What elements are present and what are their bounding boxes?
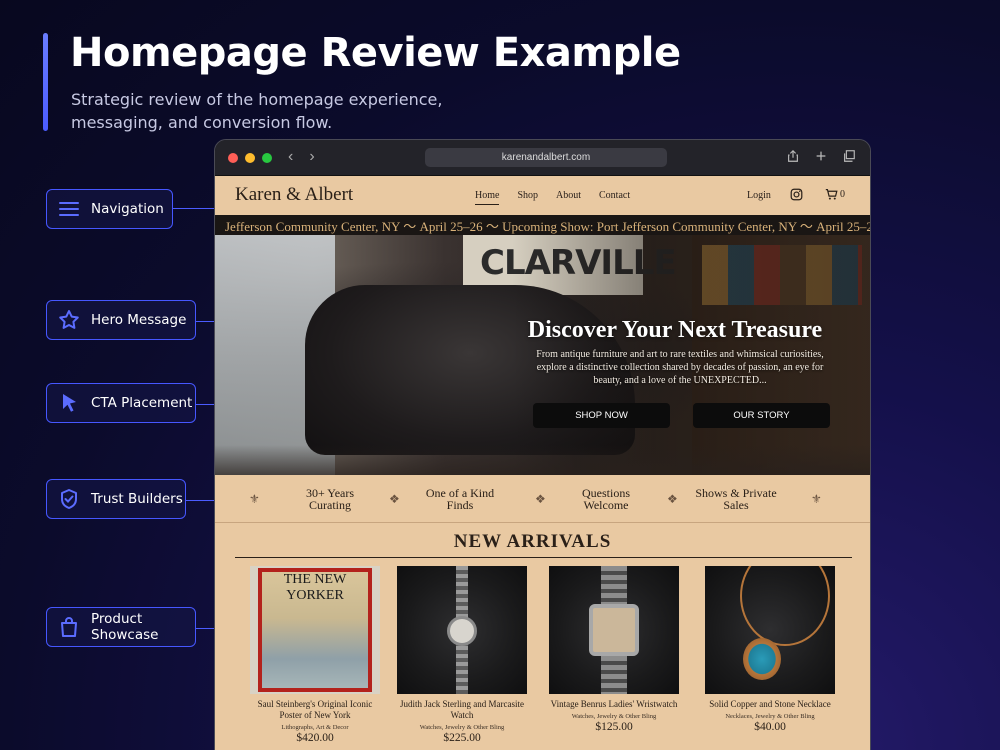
callout-hero-message: Hero Message bbox=[46, 300, 196, 340]
nav-about[interactable]: About bbox=[556, 190, 581, 205]
login-link[interactable]: Login bbox=[747, 190, 771, 201]
necklace-chain bbox=[740, 566, 830, 646]
trust-line: Finds bbox=[446, 498, 474, 512]
watch-face bbox=[447, 616, 477, 646]
accent-bar bbox=[43, 33, 48, 131]
browser-window: ‹ › karenandalbert.com Karen & Albert Ho… bbox=[214, 139, 871, 750]
browser-actions bbox=[786, 149, 856, 163]
hero-section: CLARVILLE Discover Your Next Treasure Fr… bbox=[215, 235, 870, 475]
callout-label: Hero Message bbox=[91, 312, 187, 328]
product-card[interactable]: Vintage Benrus Ladies' Wristwatch Watche… bbox=[549, 566, 679, 733]
site-logo[interactable]: Karen & Albert bbox=[235, 184, 353, 206]
product-category: Watches, Jewelry & Other Bling bbox=[419, 724, 505, 731]
forward-arrow-icon[interactable]: › bbox=[309, 148, 314, 166]
necklace-pendant bbox=[743, 638, 781, 680]
callout-label: Trust Builders bbox=[91, 491, 183, 507]
close-dot[interactable] bbox=[228, 152, 238, 163]
website: Karen & Albert Home Shop About Contact L… bbox=[215, 176, 871, 750]
product-image[interactable] bbox=[705, 566, 835, 694]
slide-title: Homepage Review Example bbox=[70, 30, 681, 76]
fleur-ornament-icon: ⚜ bbox=[811, 492, 822, 506]
slide-subtitle: Strategic review of the homepage experie… bbox=[71, 90, 443, 132]
tabs-icon[interactable] bbox=[842, 149, 856, 163]
product-price: $125.00 bbox=[595, 721, 633, 733]
trust-line: Curating bbox=[309, 498, 351, 512]
new-arrivals-heading: NEW ARRIVALS bbox=[453, 531, 612, 552]
nav-home[interactable]: Home bbox=[475, 190, 500, 205]
product-image[interactable] bbox=[549, 566, 679, 694]
browser-toolbar: ‹ › karenandalbert.com bbox=[215, 140, 870, 176]
callout-label: CTA Placement bbox=[91, 395, 193, 411]
main-nav: Home Shop About Contact bbox=[475, 190, 630, 205]
new-tab-icon[interactable] bbox=[814, 149, 828, 163]
product-card[interactable]: THE NEW YORKER Saul Steinberg's Original… bbox=[250, 566, 380, 744]
address-bar[interactable]: karenandalbert.com bbox=[425, 148, 667, 167]
watch-face bbox=[589, 604, 639, 656]
product-category: Watches, Jewelry & Other Bling bbox=[571, 713, 657, 720]
callout-navigation: Navigation bbox=[46, 189, 173, 229]
cursor-icon bbox=[63, 394, 76, 412]
trust-line: Welcome bbox=[583, 498, 629, 512]
ticker-text: Jefferson Community Center, NY 〜 April 2… bbox=[225, 218, 871, 234]
product-price: $420.00 bbox=[296, 732, 334, 744]
divider bbox=[235, 557, 852, 558]
product-name[interactable]: Vintage Benrus Ladies' Wristwatch bbox=[549, 699, 679, 710]
our-story-button[interactable]: OUR STORY bbox=[693, 403, 830, 428]
trust-line: Sales bbox=[723, 498, 749, 512]
callout-product-showcase: Product Showcase bbox=[46, 607, 196, 647]
history-arrows: ‹ › bbox=[288, 148, 315, 166]
callout-label: Product Showcase bbox=[91, 611, 159, 643]
product-name[interactable]: Solid Copper and Stone Necklace bbox=[705, 699, 835, 710]
back-arrow-icon[interactable]: ‹ bbox=[288, 148, 293, 166]
shopping-bag-icon bbox=[61, 617, 77, 637]
product-price: $225.00 bbox=[443, 732, 481, 744]
minimize-dot[interactable] bbox=[245, 152, 255, 163]
diamond-ornament-icon: ❖ bbox=[389, 492, 400, 506]
star-icon bbox=[59, 310, 79, 329]
window-controls bbox=[228, 152, 272, 163]
product-card[interactable]: Solid Copper and Stone Necklace Necklace… bbox=[705, 566, 835, 733]
trust-item: 30+ Years Curating bbox=[295, 487, 365, 511]
callout-trust-builders: Trust Builders bbox=[46, 479, 186, 519]
product-card[interactable]: Judith Jack Sterling and Marcasite Watch… bbox=[397, 566, 527, 744]
hero-description: From antique furniture and art to rare t… bbox=[536, 349, 824, 386]
cart-button[interactable]: 0 bbox=[825, 188, 845, 201]
product-category: Lithographs, Art & Decor bbox=[281, 724, 349, 731]
site-header: Karen & Albert Home Shop About Contact L… bbox=[215, 176, 870, 214]
instagram-icon[interactable] bbox=[790, 188, 803, 201]
nav-contact[interactable]: Contact bbox=[599, 190, 630, 205]
product-image[interactable]: THE NEW YORKER bbox=[250, 566, 380, 694]
diamond-ornament-icon: ❖ bbox=[535, 492, 546, 506]
maximize-dot[interactable] bbox=[262, 152, 272, 163]
hero-title: Discover Your Next Treasure bbox=[527, 317, 823, 343]
callout-label: Navigation bbox=[91, 201, 164, 217]
callout-cta-placement: CTA Placement bbox=[46, 383, 196, 423]
product-price: $40.00 bbox=[754, 721, 786, 733]
cart-count: 0 bbox=[840, 189, 845, 200]
trust-item: Shows & Private Sales bbox=[685, 487, 787, 511]
trust-bar: ⚜ 30+ Years Curating ❖ One of a Kind Fin… bbox=[215, 475, 870, 523]
fleur-ornament-icon: ⚜ bbox=[249, 492, 260, 506]
trust-item: Questions Welcome bbox=[570, 487, 642, 511]
product-image[interactable] bbox=[397, 566, 527, 694]
product-name[interactable]: Judith Jack Sterling and Marcasite Watch bbox=[397, 699, 527, 721]
menu-icon bbox=[59, 202, 79, 216]
diamond-ornament-icon: ❖ bbox=[667, 492, 678, 506]
share-icon[interactable] bbox=[786, 149, 800, 163]
cart-icon bbox=[825, 189, 838, 200]
hero-floor bbox=[215, 445, 870, 475]
poster-masthead: THE NEW YORKER bbox=[283, 572, 347, 603]
product-category: Necklaces, Jewelry & Other Bling bbox=[725, 713, 815, 720]
announcement-ticker: Jefferson Community Center, NY 〜 April 2… bbox=[215, 215, 871, 235]
trust-item: One of a Kind Finds bbox=[415, 487, 505, 511]
product-name[interactable]: Saul Steinberg's Original Iconic Poster … bbox=[250, 699, 380, 721]
shield-check-icon bbox=[61, 489, 77, 509]
nav-shop[interactable]: Shop bbox=[517, 190, 538, 205]
shop-now-button[interactable]: SHOP NOW bbox=[533, 403, 670, 428]
